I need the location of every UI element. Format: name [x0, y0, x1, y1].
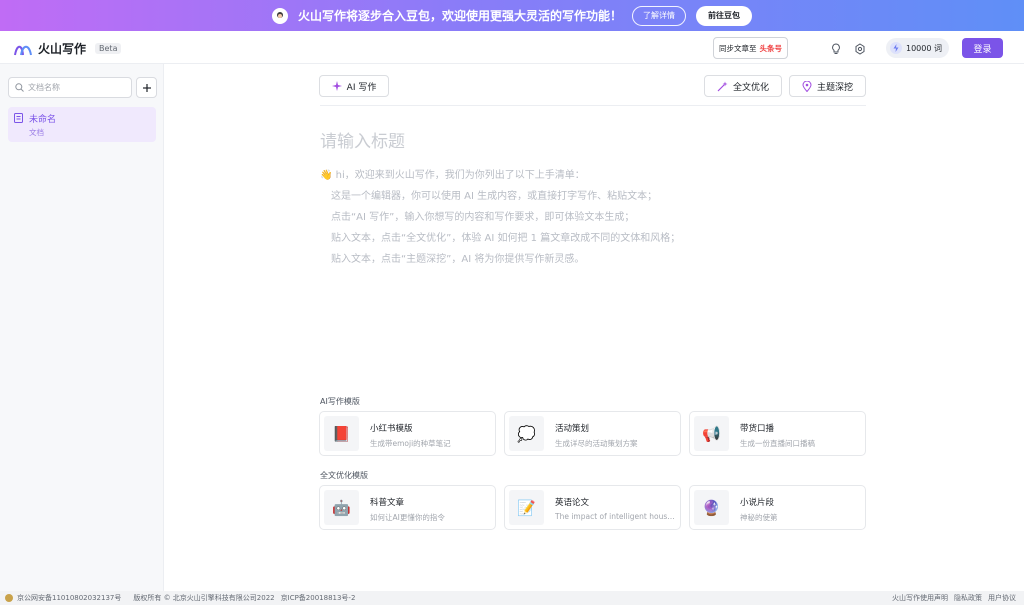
checklist-line-4: 贴入文本，点击“主题深挖”，AI 将为你提供写作新灵感。 — [331, 254, 585, 265]
word-quota[interactable]: 10000 词 — [886, 38, 949, 58]
checklist-line-1: 这是一个编辑器，你可以使用 AI 生成内容，或直接打字写作、粘贴文本； — [331, 191, 658, 202]
crystal-ball-icon: 🔮 — [694, 490, 729, 525]
thought-bubble-icon: 💭 — [509, 416, 544, 451]
template-desc: 生成带emoji的种草笔记 — [370, 439, 451, 448]
template-card-english-paper[interactable]: 📝 英语论文 The impact of intelligent househo… — [504, 485, 681, 530]
ai-write-button[interactable]: AI 写作 — [319, 75, 389, 97]
template-title: 小红书模版 — [370, 424, 413, 434]
privacy-link[interactable]: 隐私政策 — [954, 593, 982, 603]
copyright-text: 版权所有 © 北京火山引擎科技有限公司2022 — [133, 594, 275, 602]
checklist-line-2: 点击“AI 写作”，输入你想写的内容和写作要求，即可体验文本生成； — [331, 212, 635, 223]
beian-link[interactable]: 京公网安备11010802032137号 — [17, 593, 121, 603]
red-book-icon: 📕 — [324, 416, 359, 451]
toutiao-label: 头条号 — [759, 43, 783, 53]
announcement-banner: 火山写作将逐步合入豆包，欢迎使用更强大灵活的写作功能！ 了解详情 前往豆包 — [0, 0, 1024, 31]
bolt-icon — [890, 42, 902, 54]
sparkle-icon — [331, 81, 342, 91]
top-header: 火山写作 Beta 同步文章至 头条号 10000 词 登录 — [0, 31, 1024, 64]
memo-icon: 📝 — [509, 490, 544, 525]
document-icon — [14, 113, 23, 123]
template-title: 带货口播 — [740, 424, 775, 434]
ai-write-label: AI 写作 — [346, 82, 377, 93]
learn-more-button[interactable]: 了解详情 — [632, 5, 686, 26]
location-pin-icon — [802, 80, 812, 92]
statement-link[interactable]: 火山写作使用声明 — [892, 593, 948, 603]
template-desc: 生成详尽的活动策划方案 — [555, 439, 638, 448]
word-count: 10000 词 — [906, 43, 942, 53]
document-subtitle: 文档 — [29, 128, 44, 137]
megaphone-icon: 📢 — [694, 416, 729, 451]
template-card-xiaohongshu[interactable]: 📕 小红书模版 生成带emoji的种草笔记 — [319, 411, 496, 456]
document-title: 未命名 — [29, 115, 57, 125]
add-document-button[interactable] — [136, 77, 157, 98]
topic-dig-label: 主题深挖 — [816, 82, 853, 93]
beta-badge: Beta — [95, 43, 122, 54]
checklist-line-3: 贴入文本，点击“全文优化”，体验 AI 如何把 1 篇文章改成不同的文体和风格； — [331, 233, 681, 244]
template-title: 小说片段 — [740, 498, 775, 508]
login-button[interactable]: 登录 — [962, 38, 1003, 58]
robot-icon: 🤖 — [324, 490, 359, 525]
search-icon — [15, 83, 24, 92]
template-desc: 如何让AI更懂你的指令 — [370, 513, 445, 522]
sync-label: 同步文章至 — [719, 43, 757, 53]
template-title: 科普文章 — [370, 498, 405, 508]
banner-text: 火山写作将逐步合入豆包，欢迎使用更强大灵活的写作功能！ — [297, 9, 622, 23]
ai-template-section-label: AI写作模版 — [320, 397, 360, 406]
document-list-item[interactable]: 未命名 文档 — [8, 107, 156, 142]
agreement-link[interactable]: 用户协议 — [988, 593, 1016, 603]
sync-toutiao-button[interactable]: 同步文章至 头条号 — [713, 37, 788, 59]
lightbulb-icon[interactable] — [829, 41, 843, 55]
doubao-avatar-icon — [271, 7, 288, 24]
template-card-event-planning[interactable]: 💭 活动策划 生成详尽的活动策划方案 — [504, 411, 681, 456]
logo-icon — [14, 45, 32, 55]
icp-link[interactable]: 京ICP备20018813号-2 — [281, 593, 356, 603]
template-title: 活动策划 — [555, 424, 590, 434]
template-card-livestream[interactable]: 📢 带货口播 生成一份直播间口播稿 — [689, 411, 866, 456]
magic-wand-icon — [717, 81, 728, 91]
template-title: 英语论文 — [555, 498, 590, 508]
logo-text: 火山写作 — [38, 42, 87, 56]
plus-icon — [142, 83, 151, 92]
template-card-science[interactable]: 🤖 科普文章 如何让AI更懂你的指令 — [319, 485, 496, 530]
doc-search[interactable] — [8, 77, 132, 98]
police-badge-icon — [5, 594, 13, 602]
template-card-novel[interactable]: 🔮 小说片段 神秘的使第 — [689, 485, 866, 530]
title-input[interactable] — [320, 128, 866, 156]
topic-dig-button[interactable]: 主题深挖 — [789, 75, 866, 97]
editor-body[interactable]: 👋 hi，欢迎来到火山写作，我们为你列出了以下上手清单： 这是一个编辑器，你可以… — [320, 165, 880, 270]
page-footer: 京公网安备11010802032137号 版权所有 © 北京火山引擎科技有限公司… — [0, 591, 1024, 605]
template-desc: The impact of intelligent household appl… — [555, 512, 675, 521]
full-optimize-label: 全文优化 — [732, 82, 769, 93]
app-logo[interactable]: 火山写作 Beta — [14, 40, 122, 57]
go-doubao-button[interactable]: 前往豆包 — [696, 5, 752, 26]
document-sidebar: 未命名 文档 — [0, 64, 164, 591]
template-desc: 生成一份直播间口播稿 — [740, 439, 815, 448]
template-desc: 神秘的使第 — [740, 513, 778, 522]
search-input[interactable] — [28, 83, 123, 92]
intro-line: 👋 hi，欢迎来到火山写作，我们为你列出了以下上手清单： — [320, 170, 585, 181]
settings-icon[interactable] — [853, 41, 867, 55]
optimize-template-section-label: 全文优化模版 — [320, 471, 368, 480]
toolbar-divider — [320, 105, 866, 106]
full-optimize-button[interactable]: 全文优化 — [704, 75, 782, 97]
